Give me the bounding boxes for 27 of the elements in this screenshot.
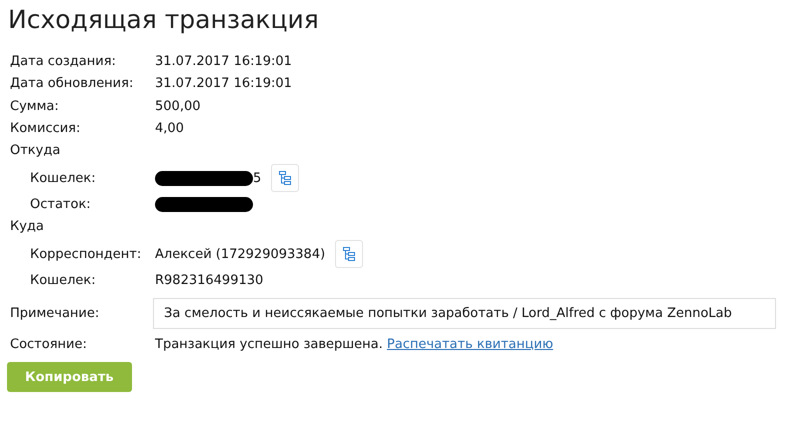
status-text: Транзакция успешно завершена. — [155, 337, 383, 352]
tree-icon — [343, 247, 356, 261]
field-label: Остаток: — [30, 197, 92, 212]
field-value: 31.07.2017 16:19:01 — [155, 54, 292, 69]
field-label: Кошелек: — [30, 170, 97, 186]
field-label: Кошелек: — [30, 273, 97, 288]
field-value: R982316499130 — [155, 273, 264, 288]
field-value: 31.07.2017 16:19:01 — [155, 76, 292, 92]
field-label: Примечание: — [10, 306, 100, 321]
note-field: За смелость и неиссякаемые попытки заработать / Lord_Alfred с форума ZennoLab — [153, 298, 776, 329]
field-label: Комиссия: — [10, 121, 82, 136]
field-label: Состояние: — [10, 337, 88, 352]
page-title: Исходящая транзакция — [8, 4, 320, 36]
hierarchy-button[interactable] — [271, 164, 300, 192]
section-heading: Куда — [10, 219, 44, 234]
section-heading: Откуда — [10, 143, 60, 158]
field-value: 4,00 — [155, 121, 184, 136]
field-value: 500,00 — [155, 98, 200, 114]
field-value: 5 — [253, 170, 262, 186]
field-value: Алексей (172929093384) — [155, 246, 326, 262]
print-receipt-link[interactable]: Распечатать квитанцию — [386, 337, 554, 352]
tree-icon — [279, 171, 292, 185]
field-label: Корреспондент: — [30, 246, 142, 262]
field-label: Дата обновления: — [10, 76, 134, 92]
hierarchy-button[interactable] — [335, 240, 364, 268]
field-label: Сумма: — [10, 98, 60, 114]
field-label: Дата создания: — [10, 54, 117, 69]
